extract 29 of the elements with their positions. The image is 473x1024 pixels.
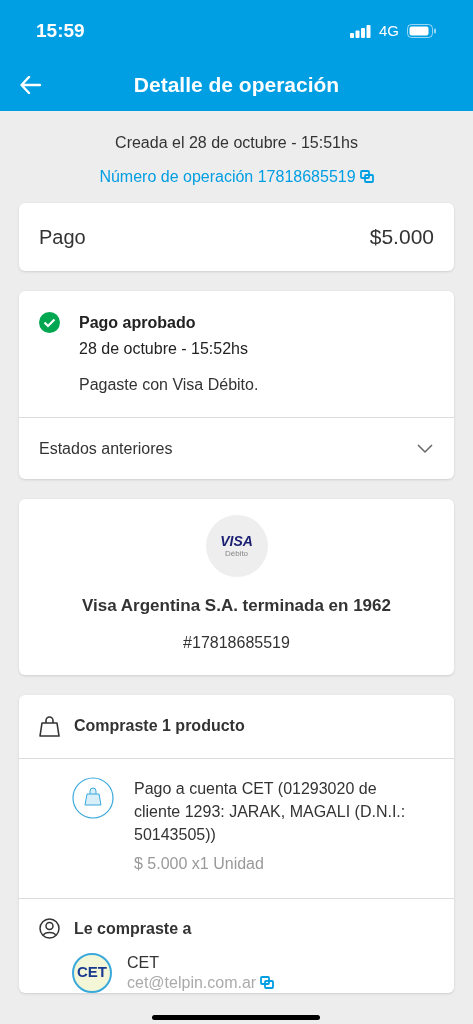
shopping-bag-icon xyxy=(39,715,60,737)
seller-email: cet@telpin.com.ar xyxy=(127,972,257,993)
product-description: Pago a cuenta CET (01293020 de cliente 1293: JARAK, MAGALI (D.N.I.: 50143505)) xyxy=(134,778,407,845)
page-title: Detalle de operación xyxy=(133,71,340,98)
status-detail: Pagaste con Visa Débito. xyxy=(79,375,259,395)
signal-icon xyxy=(350,24,371,38)
shopping-bag-icon xyxy=(72,776,114,819)
status-time: 15:59 xyxy=(36,18,85,43)
user-icon xyxy=(39,918,60,939)
seller-logo: CET xyxy=(72,952,112,993)
purchase-title: Compraste 1 producto xyxy=(74,716,245,736)
card-name: Visa Argentina S.A. terminada en 1962 xyxy=(82,595,391,617)
visa-logo: VISA Débito xyxy=(205,515,268,577)
check-circle-icon xyxy=(39,312,60,333)
product-price: $ 5.000 x1 Unidad xyxy=(134,853,265,874)
payment-label: Pago xyxy=(39,225,86,250)
payment-amount: $5.000 xyxy=(369,224,434,251)
network-label: 4G xyxy=(379,20,399,41)
card-number: #17818685519 xyxy=(183,632,290,653)
copy-icon[interactable] xyxy=(260,975,275,990)
seller-title: Le compraste a xyxy=(74,918,192,939)
battery-icon xyxy=(407,24,437,38)
copy-icon[interactable] xyxy=(359,170,374,184)
seller-name: CET xyxy=(127,952,160,973)
created-date: Creada el 28 de octubre - 15:51hs xyxy=(115,133,358,153)
status-title: Pago aprobado xyxy=(79,313,197,333)
back-arrow-icon[interactable] xyxy=(20,75,41,94)
status-date: 28 de octubre - 15:52hs xyxy=(79,339,249,359)
previous-states-row[interactable]: Estados anteriores xyxy=(19,417,454,479)
